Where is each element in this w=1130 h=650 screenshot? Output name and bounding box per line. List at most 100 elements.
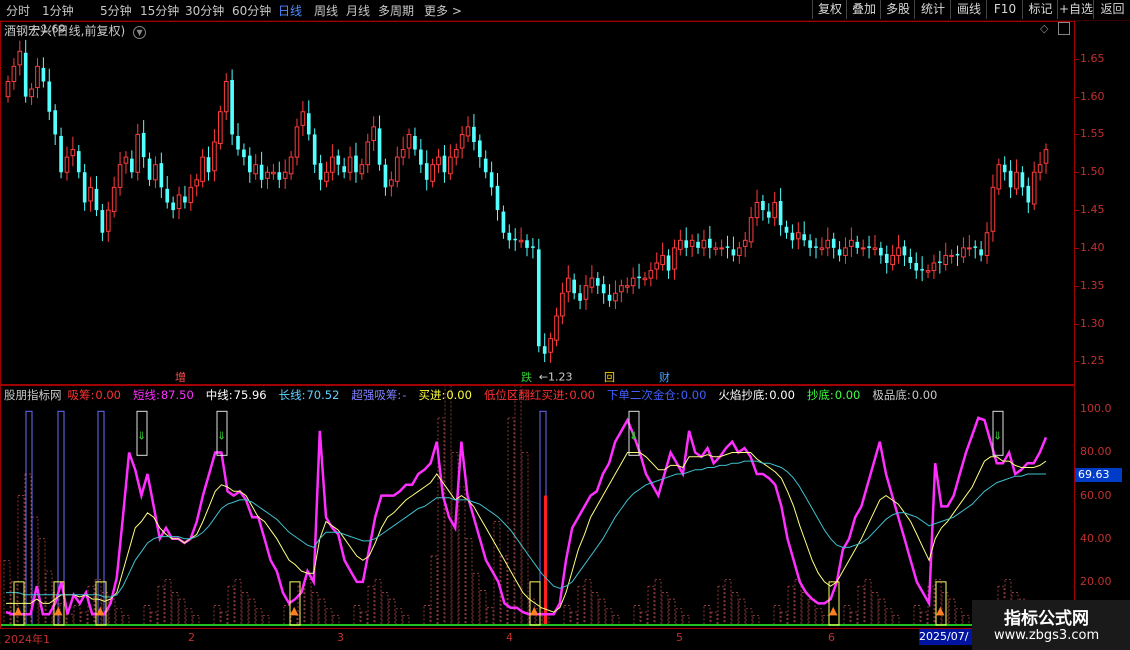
date-label-2: 3 (337, 631, 344, 644)
event-mark-2[interactable]: 回 (604, 369, 615, 385)
current-value-badge: 69.63 (1075, 467, 1122, 482)
indicator-item-2: 中线:75.96 (206, 388, 273, 402)
toolbar-button-1[interactable]: 叠加 (846, 0, 881, 19)
indicator-value: 0.00 (911, 388, 938, 402)
toolbar-button-2[interactable]: 多股 (880, 0, 915, 19)
watermark-url: www.zbgs3.com (994, 628, 1100, 643)
indicator-tick-3: 40.00 (1080, 531, 1112, 545)
price-tick-4: 1.45 (1080, 203, 1105, 217)
indicator-tick-4: 20.00 (1080, 574, 1112, 588)
period-toolbar: 分时 1分钟 5分钟 15分钟 30分钟 60分钟 日线 周线 月线 多周期 更多 > 复权 叠加 多股统… (0, 0, 1130, 21)
indicator-frame (0, 385, 1075, 629)
date-label-5: 6 (828, 631, 835, 644)
date-label-4: 5 (676, 631, 683, 644)
tab-5[interactable]: 60分钟 (232, 2, 271, 19)
tab-6[interactable]: 日线 (278, 2, 302, 19)
indicator-label: 火焰抄底: (718, 388, 769, 402)
date-label-3: 4 (506, 631, 513, 644)
watermark: 指标公式网 www.zbgs3.com (972, 600, 1130, 650)
price-tick-mark-8 (1075, 361, 1079, 363)
indicator-name: 股朋指标网 (4, 388, 62, 402)
price-tick-2: 1.55 (1080, 127, 1105, 141)
indicator-value: 87.50 (160, 388, 194, 402)
diamond-icon[interactable]: ◇ (1040, 22, 1048, 35)
indicator-label: 下单二次金仓: (606, 388, 680, 402)
price-tick-8: 1.25 (1080, 354, 1105, 368)
price-tick-mark-3 (1075, 172, 1079, 174)
price-tick-3: 1.50 (1080, 165, 1105, 179)
stock-name: 酒钢宏兴(日线,前复权) (4, 24, 126, 38)
toolbar-button-7[interactable]: +自选 (1057, 0, 1094, 19)
indicator-label: 中线: (205, 388, 233, 402)
tab-3[interactable]: 15分钟 (140, 2, 179, 19)
indicator-value: 75.96 (233, 388, 267, 402)
price-tick-mark-2 (1075, 134, 1079, 136)
date-label-1: 2 (188, 631, 195, 644)
watermark-title: 指标公式网 (1004, 609, 1089, 629)
toolbar-button-0[interactable]: 复权 (812, 0, 847, 19)
tab-7[interactable]: 周线 (314, 2, 338, 19)
price-tick-6: 1.35 (1080, 278, 1105, 292)
price-tick-mark-5 (1075, 247, 1079, 249)
toolbar-button-3[interactable]: 统计 (914, 0, 951, 19)
indicator-legend: 股朋指标网 吸筹:0.00 短线:87.50 中线:75.96 长线:70.52 超强吸筹… (4, 387, 949, 403)
window-icon[interactable] (1058, 22, 1070, 35)
event-mark-3[interactable]: 财 (659, 369, 670, 385)
tab-8[interactable]: 月线 (346, 2, 370, 19)
indicator-value: 0.00 (680, 388, 707, 402)
indicator-label: 抄底: (806, 388, 834, 402)
toolbar-button-8[interactable]: 返回 (1093, 0, 1130, 19)
indicator-item-7: 下单二次金仓:0.00 (607, 388, 712, 402)
indicator-tick-1: 80.00 (1080, 445, 1112, 459)
tab-2[interactable]: 5分钟 (100, 2, 132, 19)
indicator-value: 0.00 (446, 388, 472, 402)
indicator-value: 0.00 (769, 388, 795, 402)
tab-9[interactable]: 多周期 (378, 2, 414, 19)
indicator-item-3: 长线:70.52 (279, 388, 346, 402)
indicator-item-1: 短线:87.50 (133, 388, 200, 402)
indicator-item-10: 极品底:0.00 (872, 388, 943, 402)
tab-0[interactable]: 分时 (6, 2, 30, 19)
date-cursor-label: 2025/07/ (919, 629, 973, 645)
toolbar-button-5[interactable]: F10 (986, 0, 1023, 19)
indicator-label: 短线: (132, 388, 160, 402)
indicator-value: 0.00 (95, 388, 121, 402)
chevron-down-icon[interactable]: ▼ (133, 26, 147, 39)
price-tick-mark-1 (1075, 96, 1079, 98)
indicator-label: 吸筹: (67, 388, 95, 402)
price-tick-mark-0 (1075, 58, 1079, 60)
indicator-item-6: 低位区翻红买进:0.00 (484, 388, 601, 402)
indicator-value: - (402, 388, 407, 402)
event-mark-0[interactable]: 增 (175, 369, 186, 385)
indicator-value: 0.00 (569, 388, 595, 402)
indicator-item-9: 抄底:0.00 (807, 388, 866, 402)
indicator-value: 70.52 (306, 388, 340, 402)
toolbar-button-6[interactable]: 标记 (1022, 0, 1058, 19)
price-tick-mark-7 (1075, 323, 1079, 325)
indicator-label: 长线: (278, 388, 306, 402)
indicator-tick-2: 60.00 (1080, 488, 1112, 502)
indicator-item-4: 超强吸筹:- (351, 388, 412, 402)
tab-4[interactable]: 30分钟 (185, 2, 224, 19)
indicator-value: 0.00 (834, 388, 861, 402)
indicator-item-8: 火焰抄底:0.00 (718, 388, 800, 402)
indicator-label: 极品底: (872, 388, 911, 402)
indicator-tick-0: 100.0 (1080, 402, 1112, 416)
price-tick-7: 1.30 (1080, 316, 1105, 330)
indicator-item-0: 吸筹:0.00 (68, 388, 127, 402)
price-tick-5: 1.40 (1080, 240, 1105, 254)
toolbar-button-4[interactable]: 画线 (950, 0, 987, 19)
indicator-label: 低位区翻红买进: (483, 388, 569, 402)
tab-10[interactable]: 更多 > (424, 2, 462, 19)
indicator-label: 超强吸筹: (351, 388, 402, 402)
date-label-0: 2024年1 (4, 633, 50, 646)
price-tick-1: 1.60 (1080, 89, 1105, 103)
event-mark-1[interactable]: 跌 (521, 369, 532, 385)
price-tick-mark-4 (1075, 210, 1079, 212)
tab-1[interactable]: 1分钟 (42, 2, 74, 19)
indicator-label: 买进: (418, 388, 446, 402)
price-tick-0: 1.65 (1080, 51, 1105, 65)
stock-title: 酒钢宏兴(日线,前复权) ▼ (4, 22, 147, 39)
price-tick-mark-6 (1075, 285, 1079, 287)
indicator-item-5: 买进:0.00 (418, 388, 477, 402)
